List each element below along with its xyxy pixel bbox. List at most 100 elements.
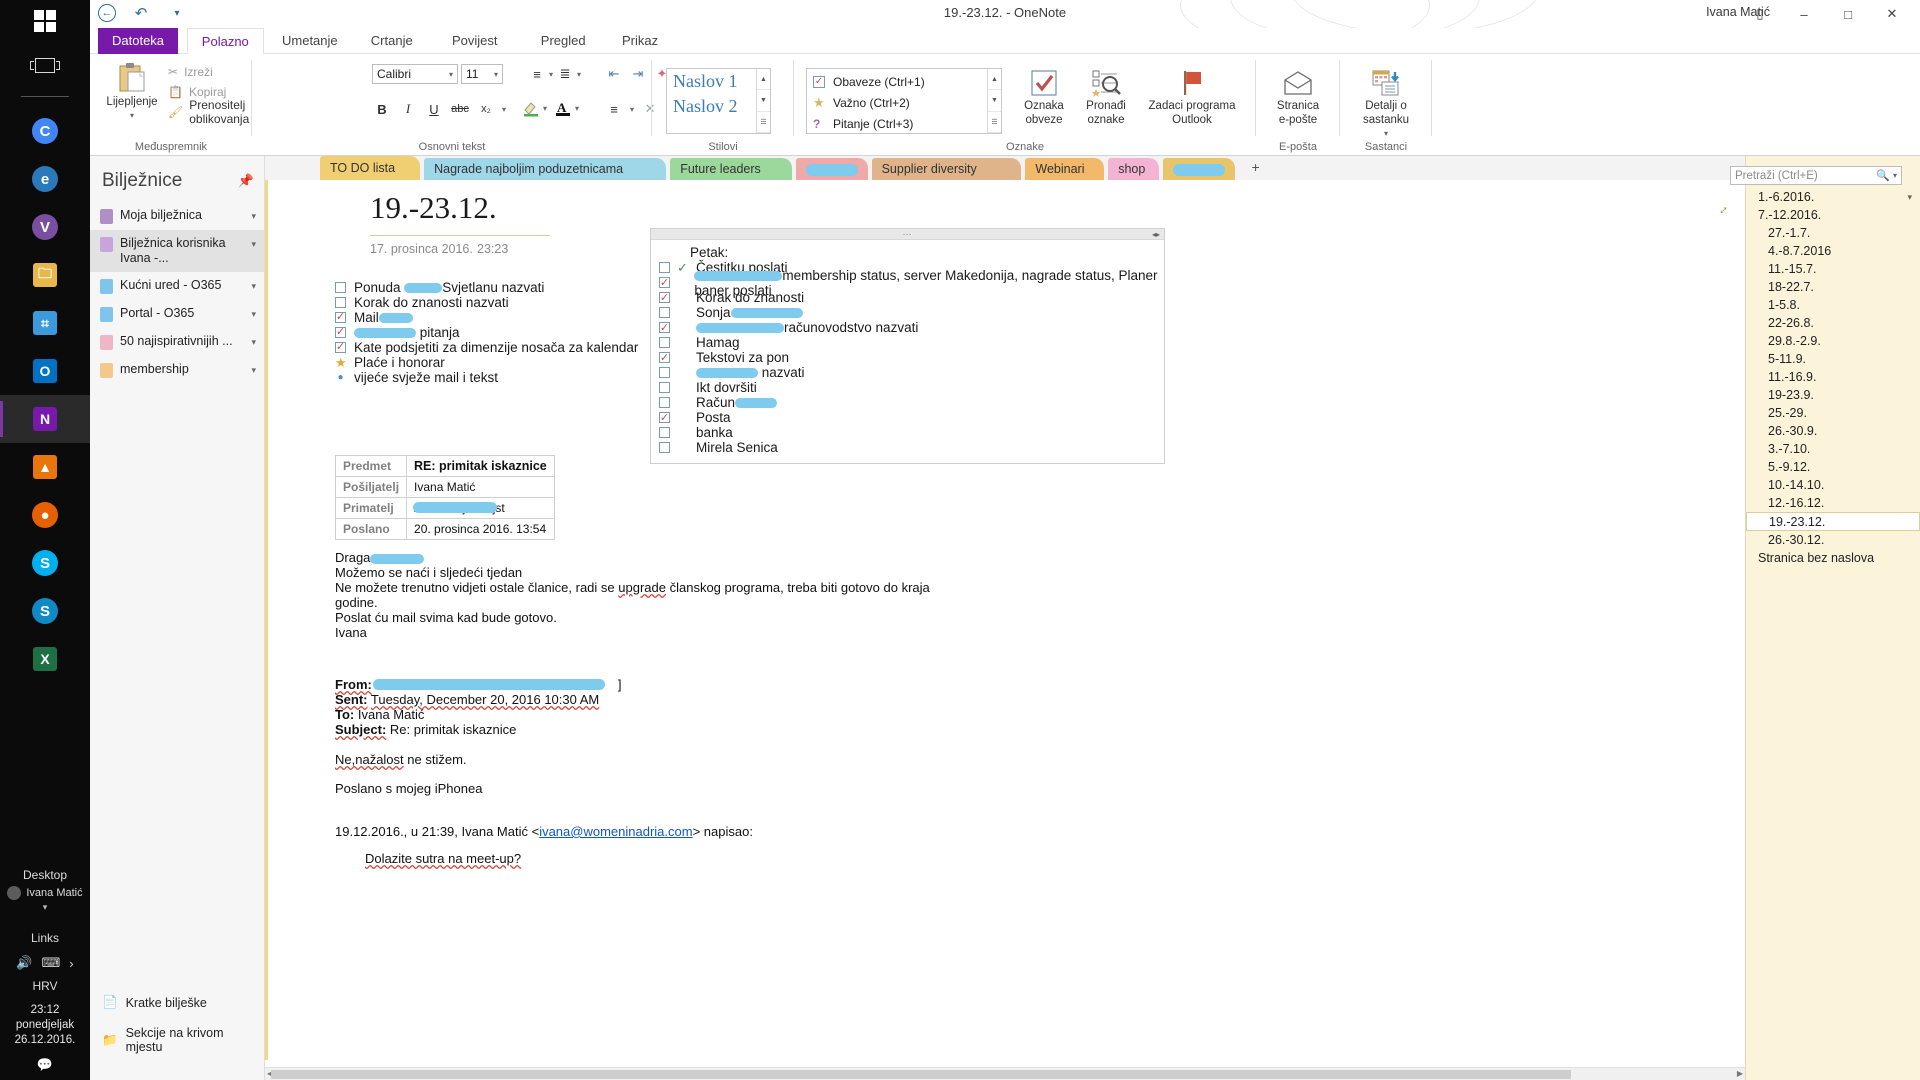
page-list-item[interactable]: 12.-16.12. <box>1746 494 1920 512</box>
notebook-item-0[interactable]: Moja bilježnica ▾ <box>90 202 264 230</box>
ribbon-tab-datoteka[interactable]: Datoteka <box>98 28 179 54</box>
strikethrough-button[interactable]: abc <box>450 99 470 119</box>
page-list-item[interactable]: 19-23.9. <box>1746 386 1920 404</box>
underline-button[interactable]: U <box>424 99 444 119</box>
chevron-down-icon[interactable]: ▾ <box>251 365 256 376</box>
note-todo-item[interactable]: banka <box>651 425 1164 440</box>
ribbon-tab-polazno[interactable]: Polazno <box>186 28 264 54</box>
outlook-tasks-button[interactable]: Zadaci programa Outlook <box>1140 68 1244 126</box>
misplaced-sections-link[interactable]: 📁 Sekcije na krivom mjestu <box>90 1018 264 1062</box>
page-date[interactable]: 17. prosinca 2016. <box>370 242 473 256</box>
note-todo-item[interactable]: ✓ Tekstovi za pon <box>651 350 1164 365</box>
checkbox-icon[interactable] <box>659 397 670 408</box>
note-todo-item[interactable]: Račun <box>651 395 1164 410</box>
page-list-item[interactable]: 4.-8.7.2016 <box>1746 242 1920 260</box>
styles-more-icon[interactable]: ☰ <box>757 112 770 133</box>
note-todo-item[interactable]: ✓ Posta <box>651 410 1164 425</box>
find-tags-button[interactable]: Pronađi oznake <box>1078 68 1134 126</box>
taskbar-app-edge[interactable]: e <box>0 155 90 203</box>
ribbon-tab-povijest[interactable]: Povijest <box>438 28 512 54</box>
checkbox-icon[interactable] <box>659 382 670 393</box>
checkbox-icon[interactable] <box>335 282 346 293</box>
page-list-item[interactable]: 5.-9.12. <box>1746 458 1920 476</box>
todo-item[interactable]: ★ Plaće i honorar <box>335 355 638 371</box>
taskbar-app-excel[interactable]: X <box>0 635 90 683</box>
section-tab-future-leaders[interactable]: Future leaders <box>670 158 792 180</box>
page-list-item[interactable]: 11.-16.9. <box>1746 368 1920 386</box>
page-list-item[interactable]: Stranica bez naslova <box>1746 549 1920 567</box>
taskbar-app-vlc[interactable]: ▲ <box>0 443 90 491</box>
page-title[interactable]: 19.-23.12. <box>370 190 497 226</box>
checkbox-icon[interactable] <box>659 427 670 438</box>
notebook-item-1[interactable]: Bilježnica korisnika Ivana -... ▾ <box>90 230 264 272</box>
note-todo-item[interactable]: Ikt dovršiti <box>651 380 1164 395</box>
todo-item[interactable]: Mail <box>335 310 638 325</box>
ribbon-tab-pregled[interactable]: Pregled <box>527 28 600 54</box>
ribbon-display-options-icon[interactable]: ▯ <box>1738 0 1782 28</box>
keyboard-icon[interactable]: ⌨ <box>42 955 61 971</box>
restore-icon[interactable]: □ <box>1826 0 1870 28</box>
cut-button[interactable]: ✂ Izreži <box>168 62 252 82</box>
style-item-0[interactable]: Naslov 1 <box>667 69 770 94</box>
page-list-item[interactable]: 26.-30.9. <box>1746 422 1920 440</box>
taskbar-app-chrome[interactable]: C <box>0 107 90 155</box>
tag-item-1[interactable]: ★ Važno (Ctrl+2) <box>807 92 1001 113</box>
task-view-button[interactable] <box>0 42 90 88</box>
checkbox-checked-icon[interactable] <box>335 312 346 323</box>
note-todo-item[interactable]: Sonja <box>651 305 1164 320</box>
page-list-item[interactable]: 10.-14.10. <box>1746 476 1920 494</box>
ribbon-tab-crtanje[interactable]: Crtanje <box>357 28 427 54</box>
note-todo-item[interactable]: Mirela Senica <box>651 440 1164 455</box>
tag-item-0[interactable]: ✓ Obaveze (Ctrl+1) <box>807 71 1001 92</box>
star-icon[interactable]: ★ <box>335 355 347 371</box>
scroll-right-icon[interactable]: ▶ <box>1737 1069 1743 1078</box>
add-section-icon[interactable]: + <box>1247 159 1265 175</box>
scroll-up-icon[interactable]: ▲ <box>757 69 770 91</box>
checkbox-checked-icon[interactable] <box>335 342 346 353</box>
chevron-down-icon[interactable]: ▾ <box>251 281 256 292</box>
taskbar-app-viber[interactable]: V <box>0 203 90 251</box>
bullet-list-icon[interactable]: ≡ <box>527 64 547 84</box>
start-button[interactable] <box>0 0 90 42</box>
checkbox-icon[interactable] <box>659 262 670 273</box>
page-list-item[interactable]: 5-11.9. <box>1746 350 1920 368</box>
pin-icon[interactable]: 📌 <box>238 173 254 189</box>
scroll-up-icon[interactable]: ▲ <box>988 69 1001 91</box>
page-list-item[interactable]: 27.-1.7. <box>1746 224 1920 242</box>
volume-icon[interactable]: 🔊 <box>16 955 32 971</box>
checkbox-icon[interactable] <box>659 337 670 348</box>
note-todo-item[interactable]: nazvati <box>651 365 1164 380</box>
page-canvas[interactable]: 19.-23.12. 17. prosinca 2016. 23:23 ↕ Po… <box>265 180 1745 1060</box>
taskbar-user[interactable]: Ivana Matić ▾ <box>0 886 90 913</box>
font-size-select[interactable]: 11 ▾ <box>461 64 503 84</box>
text-highlight-icon[interactable] <box>522 99 540 117</box>
font-color-icon[interactable]: A <box>554 99 572 117</box>
paste-button[interactable]: Lijepljenje ▾ <box>102 62 162 122</box>
page-list-item[interactable]: 26.-30.12. <box>1746 531 1920 549</box>
checkbox-checked-icon[interactable]: ✓ <box>659 352 670 364</box>
todo-tag-button[interactable]: Oznaka obveze <box>1016 68 1072 126</box>
todo-list[interactable]: Ponuda Svjetlanu nazvati Korak do znanost… <box>335 280 638 385</box>
chevron-down-icon[interactable]: ▾ <box>543 104 547 113</box>
section-tab-redacted-3[interactable] <box>795 158 868 180</box>
page-list-item[interactable]: 19.-23.12. <box>1746 512 1920 531</box>
numbered-list-icon[interactable]: ≣ <box>555 64 575 84</box>
chevron-down-icon[interactable]: ▾ <box>549 70 553 79</box>
resize-icon[interactable]: ◂▸ <box>1152 230 1160 239</box>
section-tab-supplier-diversity[interactable]: Supplier diversity <box>871 158 1022 180</box>
horizontal-scrollbar[interactable]: ◀ ▶ <box>265 1067 1745 1080</box>
checkbox-checked-icon[interactable]: ✓ <box>659 292 670 304</box>
page-list-item[interactable]: 1.-6.2016. ▾ <box>1746 188 1920 206</box>
checkbox-checked-icon[interactable]: ✓ <box>659 412 670 424</box>
taskbar-app-skype[interactable]: S <box>0 539 90 587</box>
page-list-item[interactable]: 25.-29. <box>1746 404 1920 422</box>
chevron-down-icon[interactable]: ▾ <box>130 110 134 122</box>
section-tab-nagrade-najboljim-poduzetnicama[interactable]: Nagrade najboljim poduzetnicama <box>424 158 667 180</box>
page-list-item[interactable]: 1-5.8. <box>1746 296 1920 314</box>
taskbar-clock[interactable]: 23:12 ponedjeljak 26.12.2016. <box>0 1003 90 1058</box>
todo-item[interactable]: ● vijeće svježe mail i tekst <box>335 370 638 385</box>
tag-item-2[interactable]: ? Pitanje (Ctrl+3) <box>807 113 1001 134</box>
action-center-icon[interactable]: 💬 <box>37 1057 53 1073</box>
page-list-item[interactable]: 29.8.-2.9. <box>1746 332 1920 350</box>
chevron-down-icon[interactable]: ▾ <box>502 105 506 114</box>
